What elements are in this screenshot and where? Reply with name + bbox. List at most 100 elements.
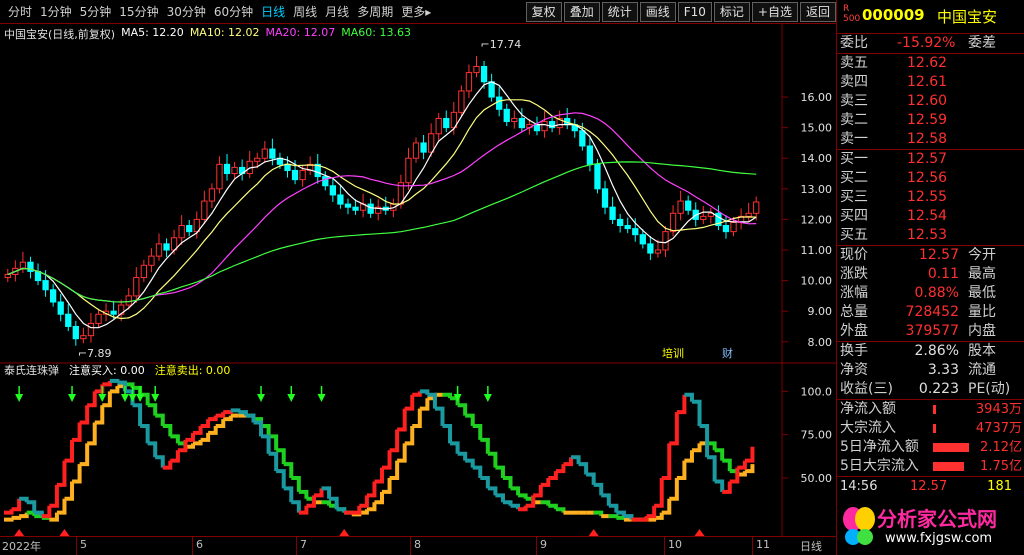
indicator-chart[interactable]: 100.0 75.00 50.00 <box>0 360 836 536</box>
tool-button[interactable]: 标记 <box>713 2 750 22</box>
signal-line-a <box>691 399 702 426</box>
tool-button[interactable]: 统计 <box>601 2 638 22</box>
candle <box>344 203 352 208</box>
kline-chart[interactable]: 16.00 15.00 14.00 13.00 12.00 11.00 10.00 9.00 8… <box>0 24 836 364</box>
signal-line-b <box>162 424 173 437</box>
row-value: 728452 <box>905 304 959 320</box>
stats-row: 换手 2.86% 股本 <box>837 342 1024 361</box>
order-label: 卖五 <box>840 55 868 71</box>
order-label: 卖四 <box>840 74 868 90</box>
candle <box>352 206 359 211</box>
period-tab[interactable]: 月线 <box>321 4 353 20</box>
candle <box>533 124 541 132</box>
sell-triangle-icon <box>694 529 705 536</box>
stat-rows: 换手 2.86% 股本 净资 3.33 流通 收益(三) 0.223 PE(动) <box>837 342 1024 399</box>
flow-label: 5日净流入额 <box>840 439 919 455</box>
signal-line-b <box>4 517 14 522</box>
candle <box>49 289 57 303</box>
date-separator <box>410 537 411 555</box>
period-tab[interactable]: 30分钟 <box>163 4 210 20</box>
site-logo: 分析家公式网 www.fxjgsw.com <box>837 495 1024 555</box>
signal-line-a <box>661 443 672 480</box>
tool-button[interactable]: 复权 <box>525 2 562 22</box>
candle <box>367 203 374 214</box>
candle <box>435 117 442 135</box>
sell-triangle-icon <box>14 529 25 536</box>
buy-arrow-icon <box>317 394 326 402</box>
candle <box>80 335 87 340</box>
signal-line-b <box>684 450 694 463</box>
flow-label: 大宗流入 <box>840 420 896 436</box>
flow-bar <box>933 424 936 433</box>
candle <box>231 166 238 175</box>
period-tab[interactable]: 多周期 <box>353 4 397 20</box>
sell-row: 卖一 12.58 <box>837 130 1024 149</box>
signal-line-a <box>283 486 294 503</box>
date-label: 8 <box>414 538 421 551</box>
signal-line-a <box>291 500 301 513</box>
candle <box>594 163 601 190</box>
signal-line-b <box>79 443 90 467</box>
signal-line-a <box>586 472 596 485</box>
y-tick-label: 14.00 <box>801 152 833 165</box>
row-value: 12.57 <box>918 247 959 263</box>
candle <box>269 148 276 159</box>
chart-stock-label: 中国宝安(日线,前复权) <box>4 28 116 41</box>
candle <box>4 273 11 279</box>
candle <box>329 185 337 196</box>
tool-button[interactable]: F10 <box>677 2 712 22</box>
y-tick-label: 15.00 <box>801 122 833 135</box>
ma20-line <box>7 112 757 303</box>
period-tab[interactable]: 15分钟 <box>115 4 162 20</box>
order-price: 12.62 <box>907 55 948 71</box>
tool-button[interactable]: +自选 <box>751 2 798 22</box>
quote-rows: 现价 12.57 今开 涨跌 0.11 最高 涨幅 0.88% 最低 总量 728452 量比 外盘 37… <box>837 246 1024 341</box>
period-tab[interactable]: 更多▸ <box>397 4 435 20</box>
signal-line-a <box>744 446 755 463</box>
tool-button[interactable]: 返回 <box>799 2 836 22</box>
period-tab[interactable]: 日线 <box>257 4 289 20</box>
indicator-sell: 注意卖出: 0.00 <box>154 364 231 377</box>
row-value: 2.86% <box>914 343 959 359</box>
candle <box>685 200 692 211</box>
signal-line-a <box>109 378 120 383</box>
candle <box>730 221 737 233</box>
flow-value: 2.12亿 <box>980 440 1022 455</box>
candle <box>518 117 526 129</box>
period-tab[interactable]: 60分钟 <box>210 4 257 20</box>
signal-line-a <box>87 391 97 408</box>
tool-button[interactable]: 画线 <box>639 2 676 22</box>
r-flag: R 500 <box>843 4 861 24</box>
signal-line-a <box>563 457 573 467</box>
flow-label: 5日大宗流入 <box>840 458 919 474</box>
candle <box>140 264 148 279</box>
period-tab[interactable]: 分时 <box>4 4 36 20</box>
candle <box>405 157 412 184</box>
date-separator <box>664 537 665 555</box>
period-tab[interactable]: 1分钟 <box>36 4 76 20</box>
buy-row: 买二 12.56 <box>837 169 1024 188</box>
signal-line-b <box>676 460 687 480</box>
tool-button[interactable]: 叠加 <box>563 2 600 22</box>
candle <box>163 243 170 251</box>
signal-line-b <box>109 386 120 394</box>
candle <box>284 163 291 171</box>
flow-value: 3943万 <box>975 402 1022 417</box>
candle <box>443 117 450 129</box>
signal-line-a <box>465 458 475 468</box>
row-label: 总量 <box>840 304 868 320</box>
order-label: 卖二 <box>840 112 868 128</box>
candle <box>511 117 518 123</box>
period-tab[interactable]: 周线 <box>289 4 321 20</box>
period-tab[interactable]: 5分钟 <box>76 4 116 20</box>
candle <box>473 65 480 74</box>
flow-bar <box>933 405 936 414</box>
candle <box>647 243 654 254</box>
top-toolbar: 分时 1分钟 5分钟 15分钟 30分钟 60分钟 日线 周线 月线 多周期 更多▸ 复权 叠加 统计画… <box>0 0 836 24</box>
candle <box>669 212 677 233</box>
signal-line-a <box>253 420 264 437</box>
order-label: 卖三 <box>840 93 868 109</box>
order-price: 12.61 <box>907 74 948 90</box>
buy-arrow-icon <box>68 394 77 402</box>
ma5-line <box>7 81 757 329</box>
